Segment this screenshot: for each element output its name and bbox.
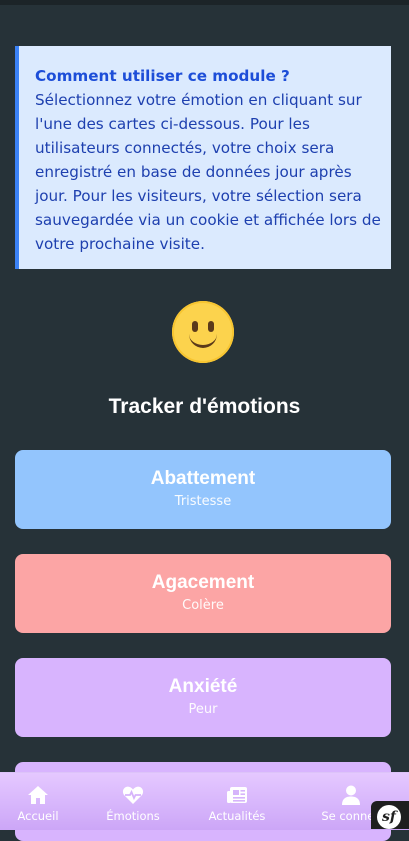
page-title: Tracker d'émotions [108,395,301,418]
nav-item-emotions[interactable]: Émotions [82,773,184,830]
nav-item-news[interactable]: Actualités [186,773,288,830]
emotion-card-anxiete[interactable]: Anxiété Peur [15,658,391,737]
info-text: Sélectionnez votre émotion en cliquant s… [35,91,381,253]
user-icon [342,785,360,805]
home-icon [28,786,48,804]
bottom-nav: Accueil Émotions Actualités Se connec [0,772,409,830]
emotion-card-name: Abattement [150,468,256,489]
nav-item-home[interactable]: Accueil [0,773,89,830]
symfony-debug-toolbar-toggle[interactable]: sf [371,801,409,829]
emotion-card-category: Colère [182,598,224,613]
emotion-card-abattement[interactable]: Abattement Tristesse [15,450,391,529]
slightly-smiling-face-icon [172,301,234,363]
newspaper-icon [227,787,247,803]
emotion-card-category: Tristesse [174,494,232,509]
emotion-card-agacement[interactable]: Agacement Colère [15,554,391,633]
emoji-mouth [189,331,217,348]
info-title: Comment utiliser ce module ? [35,67,290,85]
emotion-card-name: Agacement [151,572,255,593]
nav-label: Actualités [208,809,266,823]
emotion-card-category: Peur [188,702,218,717]
info-box: Comment utiliser ce module ? Sélectionne… [15,46,391,269]
emotion-card-name: Anxiété [168,676,238,697]
heartbeat-icon [122,786,144,804]
top-bar [0,0,409,5]
nav-label: Accueil [17,809,59,823]
nav-label: Émotions [106,809,160,823]
symfony-icon: sf [377,805,401,829]
